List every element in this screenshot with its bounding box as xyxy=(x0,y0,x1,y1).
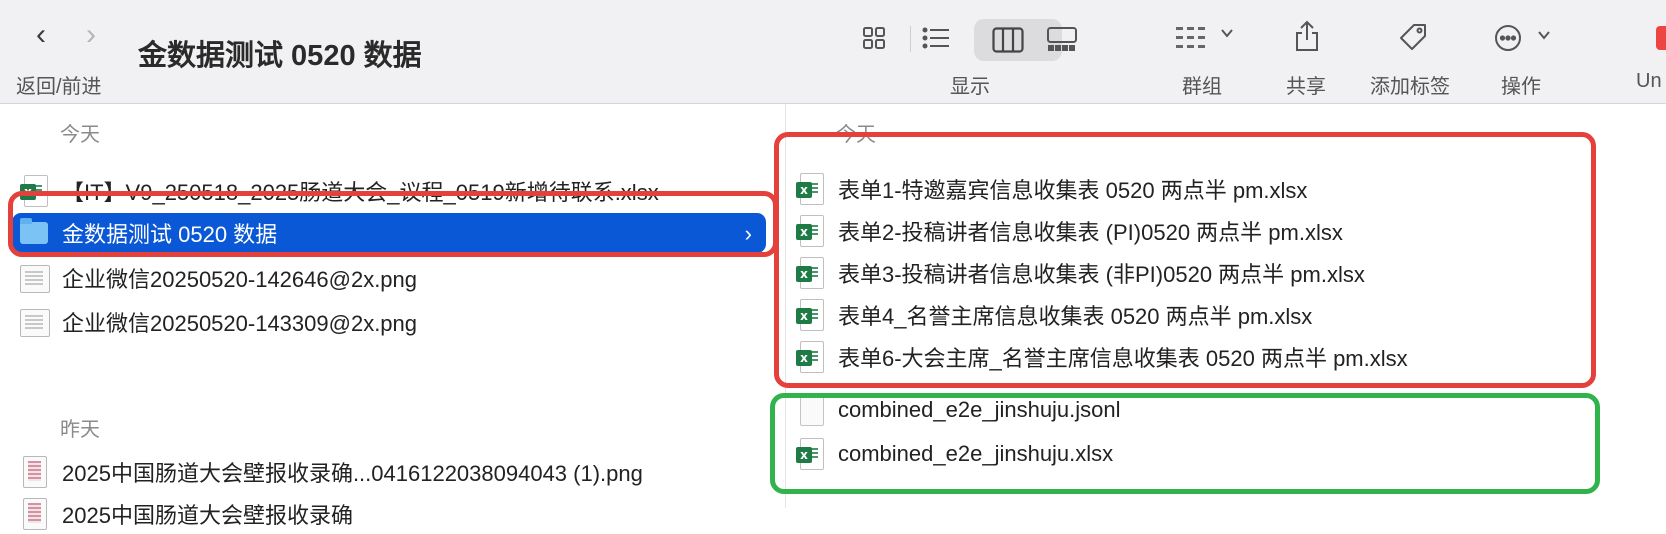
xlsx-file-icon: x xyxy=(796,173,824,205)
list-item[interactable]: 2025中国肠道大会壁报收录确...0416122038094043 (1).p… xyxy=(20,452,760,492)
xlsx-file-icon: x xyxy=(20,175,48,207)
file-name: 表单6-大会主席_名誉主席信息收集表 0520 两点半 pm.xlsx xyxy=(838,346,1408,371)
back-button[interactable]: ‹ xyxy=(24,20,58,54)
share-label: 共享 xyxy=(1286,76,1326,98)
png-file-icon xyxy=(20,306,50,338)
folder-icon xyxy=(20,217,48,249)
list-item[interactable]: x combined_e2e_jinshuju.xlsx xyxy=(796,434,1556,474)
section-header-today: 今天 xyxy=(60,124,100,146)
file-name: 表单2-投稿讲者信息收集表 (PI)0520 两点半 pm.xlsx xyxy=(838,220,1343,245)
actions-label: 操作 xyxy=(1501,76,1541,98)
file-name: 表单4_名誉主席信息收集表 0520 两点半 pm.xlsx xyxy=(838,304,1313,329)
list-item[interactable]: 2025中国肠道大会壁报收录确 xyxy=(20,494,760,534)
chevron-down-icon[interactable] xyxy=(1220,26,1234,45)
finder-toolbar: ‹ › 返回/前进 金数据测试 0520 数据 显示 群组 共享 添加标签 操作… xyxy=(0,0,1666,104)
file-name: combined_e2e_jinshuju.jsonl xyxy=(838,397,1121,422)
list-item-selected-folder[interactable]: 金数据测试 0520 数据 › xyxy=(12,213,766,253)
chevron-down-icon[interactable] xyxy=(1537,28,1551,47)
list-item[interactable]: x 表单1-特邀嘉宾信息收集表 0520 两点半 pm.xlsx xyxy=(796,169,1556,209)
chevron-right-icon: › xyxy=(744,221,752,246)
list-item[interactable]: 企业微信20250520-143309@2x.png xyxy=(20,302,720,342)
file-name: 【IT】V9_250518_2025肠道大会_议程_0519新增待联系.xlsx xyxy=(62,180,659,205)
xlsx-file-icon: x xyxy=(796,438,824,470)
xlsx-file-icon: x xyxy=(796,341,824,373)
section-header-yesterday: 昨天 xyxy=(60,419,100,441)
toolbar-separator xyxy=(910,26,911,52)
overflow-label: Un xyxy=(1636,70,1662,92)
file-name: combined_e2e_jinshuju.xlsx xyxy=(838,441,1114,466)
group-label: 群组 xyxy=(1182,76,1222,98)
file-name: 2025中国肠道大会壁报收录确 xyxy=(62,503,353,528)
tag-icon[interactable] xyxy=(1398,22,1428,62)
list-item[interactable]: x 表单6-大会主席_名誉主席信息收集表 0520 两点半 pm.xlsx xyxy=(796,337,1556,377)
list-view-icon[interactable] xyxy=(922,26,950,66)
xlsx-file-icon: x xyxy=(796,257,824,289)
list-item[interactable]: x 表单3-投稿讲者信息收集表 (非PI)0520 两点半 pm.xlsx xyxy=(796,253,1556,293)
list-item[interactable]: x 表单2-投稿讲者信息收集表 (PI)0520 两点半 pm.xlsx xyxy=(796,211,1556,251)
png-file-icon xyxy=(20,498,47,530)
share-icon[interactable] xyxy=(1294,20,1320,60)
png-file-icon xyxy=(20,456,47,488)
png-file-icon xyxy=(20,262,50,294)
icon-view-grid[interactable] xyxy=(862,26,886,66)
file-name: 金数据测试 0520 数据 xyxy=(62,222,278,247)
nav-caption: 返回/前进 xyxy=(16,76,102,98)
file-name: 表单3-投稿讲者信息收集表 (非PI)0520 两点半 pm.xlsx xyxy=(838,262,1365,287)
section-header-today: 今天 xyxy=(836,124,876,146)
list-item[interactable]: x 表单4_名誉主席信息收集表 0520 两点半 pm.xlsx xyxy=(796,295,1556,335)
file-name: 企业微信20250520-143309@2x.png xyxy=(62,311,418,336)
jsonl-file-icon xyxy=(796,394,824,426)
list-item[interactable]: combined_e2e_jinshuju.jsonl xyxy=(796,390,1556,430)
xlsx-file-icon: x xyxy=(796,299,824,331)
forward-button[interactable]: › xyxy=(74,20,108,54)
window-title: 金数据测试 0520 数据 xyxy=(138,40,422,72)
overflow-toolbar-item[interactable] xyxy=(1656,26,1666,50)
file-name: 2025中国肠道大会壁报收录确...0416122038094043 (1).p… xyxy=(62,461,643,486)
gallery-view-icon[interactable] xyxy=(1046,26,1078,66)
group-icon[interactable] xyxy=(1176,26,1206,66)
file-name: 表单1-特邀嘉宾信息收集表 0520 两点半 pm.xlsx xyxy=(838,178,1308,203)
file-name: 企业微信20250520-142646@2x.png xyxy=(62,267,418,292)
display-label: 显示 xyxy=(950,76,990,98)
add-tag-label: 添加标签 xyxy=(1370,76,1450,98)
list-item[interactable]: x 【IT】V9_250518_2025肠道大会_议程_0519新增待联系.xl… xyxy=(20,171,720,211)
list-item[interactable]: 企业微信20250520-142646@2x.png xyxy=(20,258,720,298)
more-actions-icon[interactable] xyxy=(1494,24,1522,64)
xlsx-file-icon: x xyxy=(796,215,824,247)
